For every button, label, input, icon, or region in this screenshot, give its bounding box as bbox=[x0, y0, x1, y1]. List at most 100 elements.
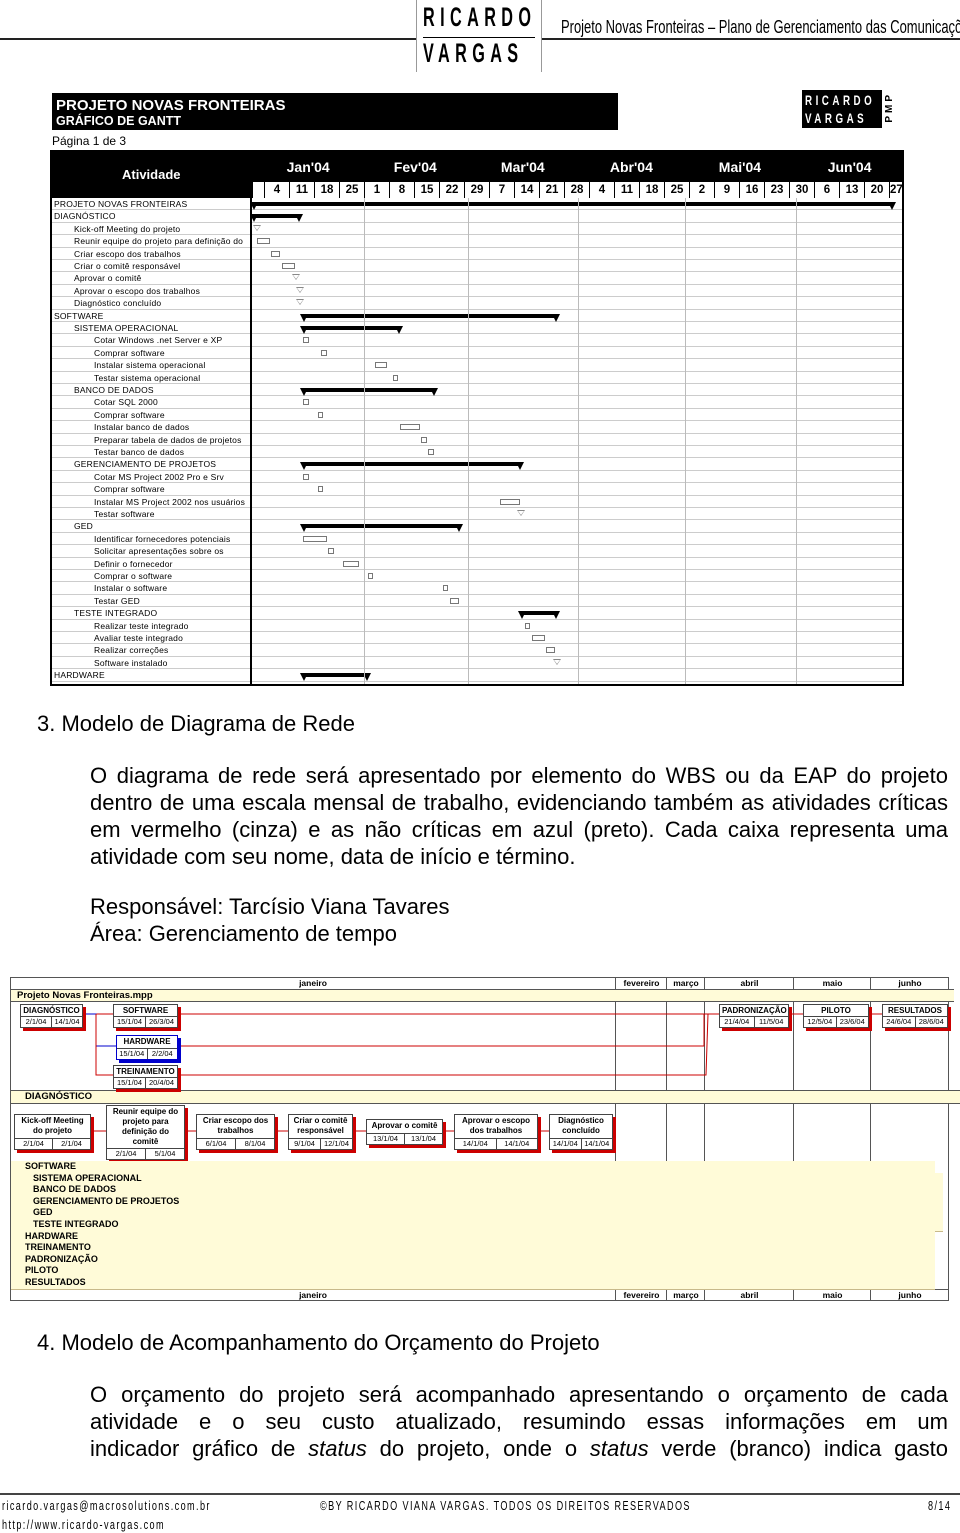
gantt-subtitle: GRÁFICO DE GANTT bbox=[56, 114, 181, 128]
activity-label: Realizar correções bbox=[94, 645, 169, 656]
week-label: 2 bbox=[689, 182, 714, 198]
week-label: 18 bbox=[639, 182, 664, 198]
task-bar bbox=[317, 411, 324, 418]
activity-dates: 2/1/04 2/1/04 bbox=[15, 1138, 90, 1149]
activity-label: Realizar teste integrado bbox=[94, 620, 189, 631]
week-label: 23 bbox=[764, 182, 789, 198]
activity-dates: 2/1/04 14/1/04 bbox=[21, 1016, 82, 1027]
activity-label: Definir o fornecedor bbox=[94, 558, 173, 569]
activity-dates: 13/1/04 13/1/04 bbox=[367, 1133, 442, 1144]
gantt-row: Avaliar teste integrado bbox=[52, 632, 902, 645]
summary-bar bbox=[518, 611, 560, 620]
summary-bar bbox=[300, 524, 464, 533]
gantt-header: Atividade Jan'04 Fev'04 Mar'04 Abr'04 Mai'04… bbox=[52, 152, 903, 198]
activity-label: GED bbox=[74, 521, 94, 532]
start-date: 24/6/04 bbox=[886, 1017, 912, 1026]
activity-name: Criar escopo dos trabalhos bbox=[202, 1116, 269, 1135]
gantt-row: Aprovar o comitê bbox=[52, 272, 902, 285]
activity-label: SOFTWARE bbox=[54, 310, 104, 321]
gantt-row: Comprar software bbox=[52, 409, 902, 422]
start-date: 15/1/04 bbox=[116, 1078, 143, 1087]
section-4-line-1: O orçamento do projeto será acompanhado … bbox=[90, 1382, 948, 1407]
gantt-row: PROJETO NOVAS FRONTEIRAS bbox=[52, 198, 902, 211]
footer-url[interactable]: http://www.ricardo-vargas.com bbox=[2, 1517, 165, 1532]
gantt-row: Kick-off Meeting do projeto bbox=[52, 223, 902, 236]
month-gridline bbox=[578, 198, 580, 684]
footer-email[interactable]: ricardo.vargas@macrosolutions.com.br bbox=[2, 1498, 211, 1513]
task-bar bbox=[321, 349, 327, 356]
activity-dates: 15/1/04 2/2/04 bbox=[117, 1048, 177, 1059]
dependency-arrow bbox=[176, 1013, 719, 1047]
gantt-title-bar: PROJETO NOVAS FRONTEIRAS GRÁFICO DE GANT… bbox=[52, 93, 618, 130]
finish-date: 23/6/04 bbox=[835, 1017, 869, 1027]
finish-date: 2/2/04 bbox=[146, 1049, 178, 1059]
activity-column-header: Atividade bbox=[122, 167, 181, 182]
network-diagram: janeiro fevereiro março abril maio junho janei… bbox=[10, 977, 960, 1301]
gantt-row: BANCO DE DADOS bbox=[52, 384, 902, 397]
milestone-marker bbox=[517, 510, 526, 516]
start-date: 2/1/04 bbox=[23, 1139, 44, 1148]
activity-label: Reunir equipe do projeto para definição … bbox=[74, 236, 244, 247]
dependency-arrow bbox=[95, 1014, 113, 1076]
gantt-row: Preparar tabela de dados de projetos bbox=[52, 434, 902, 446]
activity-dates: 12/5/04 23/6/04 bbox=[804, 1016, 868, 1027]
footer-page-number: 8/14 bbox=[928, 1498, 952, 1513]
week-label: 4 bbox=[264, 182, 289, 198]
summary-bar bbox=[300, 388, 439, 396]
footer-rule bbox=[0, 1493, 960, 1495]
activity-label: Comprar software bbox=[94, 347, 165, 358]
dependency-arrow bbox=[85, 1013, 116, 1047]
gantt-row: Aprovar o escopo dos trabalhos bbox=[52, 285, 902, 298]
start-date: 6/1/04 bbox=[205, 1139, 227, 1148]
activity-label: Testar sistema operacional bbox=[94, 372, 201, 383]
week-label: 4 bbox=[589, 182, 614, 198]
milestone-marker bbox=[552, 658, 561, 665]
section-4-line-3: indicador gráfico de status do projeto, … bbox=[90, 1436, 949, 1461]
week-label: 28 bbox=[564, 182, 589, 198]
activity-label: Testar banco de dados bbox=[94, 447, 185, 457]
activity-label: Diagnóstico concluído bbox=[74, 298, 162, 309]
gantt-row: TESTE INTEGRADO bbox=[52, 607, 902, 620]
week-label: 1 bbox=[364, 182, 389, 198]
finish-date: 14/1/04 bbox=[51, 1017, 82, 1027]
activity-label: Solicitar apresentações sobre os bbox=[94, 546, 224, 557]
activity-label: Comprar software bbox=[94, 409, 165, 420]
activity-box: Diagnóstico concluído 14/1/04 14/1/04 bbox=[549, 1114, 613, 1150]
activity-label: Instalar o software bbox=[94, 583, 168, 594]
week-label: 11 bbox=[614, 182, 639, 198]
activity-label: Instalar MS Project 2002 nos usuários bbox=[94, 496, 246, 507]
gantt-row: Realizar correções bbox=[52, 644, 902, 657]
week-label: 14 bbox=[514, 182, 539, 198]
activity-label: Instalar banco de dados bbox=[94, 422, 190, 433]
summary-bar bbox=[300, 462, 524, 471]
month-gridline bbox=[796, 198, 798, 684]
activity-label: Avaliar teste integrado bbox=[94, 633, 184, 643]
task-bar bbox=[281, 263, 295, 269]
gantt-row: Cotar Windows .net Server e XP bbox=[52, 334, 902, 347]
week-label: 25 bbox=[664, 182, 689, 198]
task-bar bbox=[428, 449, 434, 455]
start-date: 2/1/04 bbox=[25, 1017, 47, 1026]
activity-box: Kick-off Meeting do projeto 2/1/04 2/1/04 bbox=[14, 1114, 91, 1150]
activity-box: Reunir equipe do projeto para definição … bbox=[106, 1105, 185, 1160]
activity-label: Cotar SQL 2000 bbox=[94, 397, 158, 408]
finish-date: 14/1/04 bbox=[495, 1139, 538, 1149]
task-bar bbox=[399, 424, 420, 431]
activity-name: HARDWARE bbox=[123, 1037, 171, 1046]
gantt-row: Identificar fornecedores potenciais bbox=[52, 533, 902, 546]
finish-date: 28/6/04 bbox=[914, 1017, 948, 1027]
task-bar bbox=[531, 635, 545, 641]
gantt-row: Testar software bbox=[52, 508, 902, 521]
collapsed-group: RESULTADOS bbox=[11, 1277, 935, 1290]
start-date: 2/1/04 bbox=[115, 1149, 137, 1158]
activity-box: SOFTWARE 15/1/04 26/3/04 bbox=[113, 1004, 178, 1028]
task-bar bbox=[328, 548, 334, 555]
gantt-row: Definir o fornecedor bbox=[52, 558, 902, 570]
activity-label: Comprar o software bbox=[94, 571, 173, 581]
task-bar bbox=[256, 238, 270, 245]
activity-box: DIAGNÓSTICO 2/1/04 14/1/04 bbox=[20, 1004, 83, 1028]
week-label: 20 bbox=[864, 182, 889, 198]
document-page: RICARDO VARGAS Projeto Novas Fronteiras … bbox=[0, 0, 960, 1533]
activity-label: Software instalado bbox=[94, 657, 168, 668]
gantt-page-number: Página 1 de 3 bbox=[52, 134, 127, 148]
